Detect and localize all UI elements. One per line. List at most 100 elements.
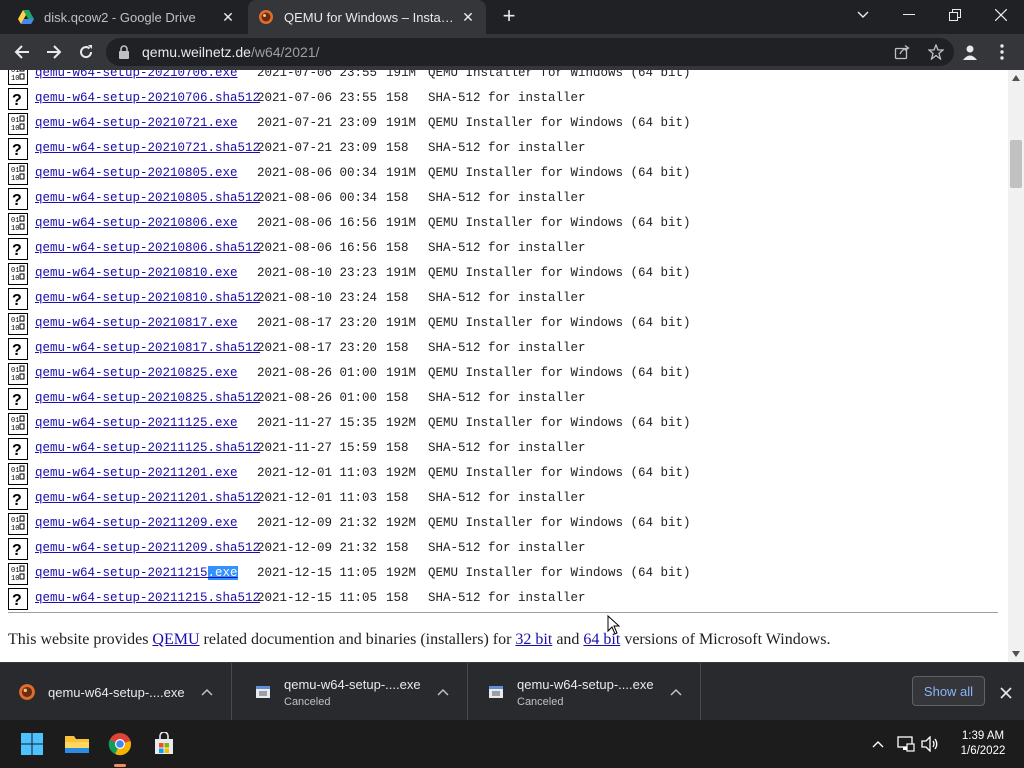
table-row: ? qemu-w64-setup-20210721.sha512 2021-07-2…: [0, 137, 1008, 162]
file-link[interactable]: qemu-w64-setup-20210817.sha512: [35, 341, 260, 355]
scroll-down-arrow-icon[interactable]: [1012, 650, 1020, 658]
unknown-file-icon[interactable]: ?: [8, 188, 28, 210]
tab-search-icon[interactable]: [840, 0, 886, 30]
svg-text:?: ?: [12, 192, 22, 209]
unknown-file-icon[interactable]: ?: [8, 388, 28, 410]
lock-icon[interactable]: [118, 45, 132, 59]
binary-file-icon[interactable]: 01 10: [8, 263, 28, 285]
chevron-up-icon[interactable]: [197, 688, 217, 696]
binary-file-icon[interactable]: 01 10: [8, 70, 28, 85]
chevron-up-icon[interactable]: [433, 688, 453, 696]
unknown-file-icon[interactable]: ?: [8, 588, 28, 610]
back-button[interactable]: [8, 38, 36, 66]
share-icon[interactable]: [894, 44, 910, 65]
unknown-file-icon[interactable]: ?: [8, 88, 28, 110]
tab-google-drive[interactable]: disk.qcow2 - Google Drive ✕: [8, 0, 246, 34]
svg-text:01: 01: [11, 267, 19, 275]
file-link[interactable]: qemu-w64-setup-20210706.sha512: [35, 91, 260, 105]
file-date: 2021-11-27 15:35: [257, 416, 378, 430]
windows-start-icon[interactable]: [16, 728, 48, 760]
clock-time: 1:39 AM: [961, 730, 1005, 742]
binary-file-icon[interactable]: 01 10: [8, 163, 28, 185]
svg-text:?: ?: [12, 292, 22, 309]
chevron-up-icon[interactable]: [868, 734, 888, 754]
minimize-button[interactable]: [886, 0, 932, 30]
close-icon[interactable]: [996, 683, 1016, 703]
network-icon[interactable]: [896, 734, 916, 754]
file-link[interactable]: qemu-w64-setup-20210806.exe: [35, 216, 238, 230]
file-link[interactable]: qemu-w64-setup-20211125.exe: [35, 416, 238, 430]
close-window-button[interactable]: [978, 0, 1024, 30]
address-bar[interactable]: qemu.weilnetz.de/w64/2021/: [106, 38, 954, 66]
file-link[interactable]: qemu-w64-setup-20211215.exe: [35, 566, 238, 580]
file-link[interactable]: qemu-w64-setup-20210810.sha512: [35, 291, 260, 305]
binary-file-icon[interactable]: 01 10: [8, 113, 28, 135]
file-link[interactable]: qemu-w64-setup-20210721.sha512: [35, 141, 260, 155]
profile-icon[interactable]: [958, 40, 982, 64]
volume-icon[interactable]: [920, 734, 940, 754]
file-link[interactable]: qemu-w64-setup-20211201.sha512: [35, 491, 260, 505]
close-icon[interactable]: ✕: [220, 9, 236, 25]
restore-button[interactable]: [932, 0, 978, 30]
file-link[interactable]: qemu-w64-setup-20211215.sha512: [35, 591, 260, 605]
binary-file-icon[interactable]: 01 10: [8, 563, 28, 585]
unknown-file-icon[interactable]: ?: [8, 488, 28, 510]
system-clock[interactable]: 1:39 AM 1/6/2022: [950, 729, 1016, 759]
file-link[interactable]: qemu-w64-setup-20210805.sha512: [35, 191, 260, 205]
file-size: 192M: [386, 516, 417, 530]
footer-text-1: This website provides: [8, 631, 153, 648]
new-tab-button[interactable]: +: [498, 5, 520, 28]
table-row: ? qemu-w64-setup-20211125.sha512 2021-11-2…: [0, 437, 1008, 462]
url-text: qemu.weilnetz.de/w64/2021/: [142, 44, 319, 60]
binary-file-icon[interactable]: 01 10: [8, 513, 28, 535]
binary-file-icon[interactable]: 01 10: [8, 413, 28, 435]
chrome-icon[interactable]: [104, 728, 136, 760]
table-row: 01 10 qemu-w64-setup-20210805.exe 2021-08-0…: [0, 162, 1008, 187]
binary-file-icon[interactable]: 01 10: [8, 213, 28, 235]
unknown-file-icon[interactable]: ?: [8, 138, 28, 160]
file-link[interactable]: qemu-w64-setup-20210825.sha512: [35, 391, 260, 405]
forward-button[interactable]: [40, 38, 68, 66]
file-link[interactable]: qemu-w64-setup-20210817.exe: [35, 316, 238, 330]
file-link[interactable]: qemu-w64-setup-20210825.exe: [35, 366, 238, 380]
chevron-up-icon[interactable]: [666, 688, 686, 696]
download-item[interactable]: qemu-w64-setup-....exe Canceled: [236, 663, 468, 721]
file-link[interactable]: qemu-w64-setup-20210810.exe: [35, 266, 238, 280]
file-link[interactable]: qemu-w64-setup-20210806.sha512: [35, 241, 260, 255]
file-link[interactable]: qemu-w64-setup-20211209.exe: [35, 516, 238, 530]
binary-file-icon[interactable]: 01 10: [8, 463, 28, 485]
kebab-menu-icon[interactable]: [990, 40, 1014, 64]
unknown-file-icon[interactable]: ?: [8, 438, 28, 460]
tab-qemu[interactable]: QEMU for Windows – Installers (64 bit) ✕: [248, 0, 486, 34]
qemu-link[interactable]: QEMU: [152, 631, 199, 648]
scroll-up-arrow-icon[interactable]: [1012, 74, 1020, 82]
32-bit-link[interactable]: 32 bit: [515, 631, 552, 648]
unknown-file-icon[interactable]: ?: [8, 288, 28, 310]
reload-button[interactable]: [72, 38, 100, 66]
table-row: ? qemu-w64-setup-20210810.sha512 2021-08-1…: [0, 287, 1008, 312]
close-icon[interactable]: ✕: [460, 9, 476, 25]
vertical-scrollbar[interactable]: [1008, 70, 1024, 662]
microsoft-store-icon[interactable]: [148, 728, 180, 760]
show-all-button[interactable]: Show all: [912, 676, 985, 706]
file-link[interactable]: qemu-w64-setup-20211201.exe: [35, 466, 238, 480]
unknown-file-icon[interactable]: ?: [8, 538, 28, 560]
file-explorer-icon[interactable]: [61, 728, 93, 760]
bookmark-star-icon[interactable]: [927, 43, 945, 65]
download-item[interactable]: qemu-w64-setup-....exe: [0, 663, 232, 721]
file-link[interactable]: qemu-w64-setup-20210706.exe: [35, 70, 238, 80]
file-link[interactable]: qemu-w64-setup-20210805.exe: [35, 166, 238, 180]
binary-file-icon[interactable]: 01 10: [8, 363, 28, 385]
directory-listing: 01 10 qemu-w64-setup-20210706.exe 2021-07-0…: [0, 70, 1008, 612]
file-link[interactable]: qemu-w64-setup-20211125.sha512: [35, 441, 260, 455]
footer-text-2: related documention and binaries (instal…: [199, 631, 516, 648]
file-link[interactable]: qemu-w64-setup-20211209.sha512: [35, 541, 260, 555]
browser-toolbar: qemu.weilnetz.de/w64/2021/: [0, 34, 1024, 70]
svg-text:01: 01: [11, 517, 19, 525]
unknown-file-icon[interactable]: ?: [8, 238, 28, 260]
scroll-thumb[interactable]: [1010, 140, 1022, 188]
download-item[interactable]: qemu-w64-setup-....exe Canceled: [469, 663, 701, 721]
binary-file-icon[interactable]: 01 10: [8, 313, 28, 335]
file-link[interactable]: qemu-w64-setup-20210721.exe: [35, 116, 238, 130]
unknown-file-icon[interactable]: ?: [8, 338, 28, 360]
